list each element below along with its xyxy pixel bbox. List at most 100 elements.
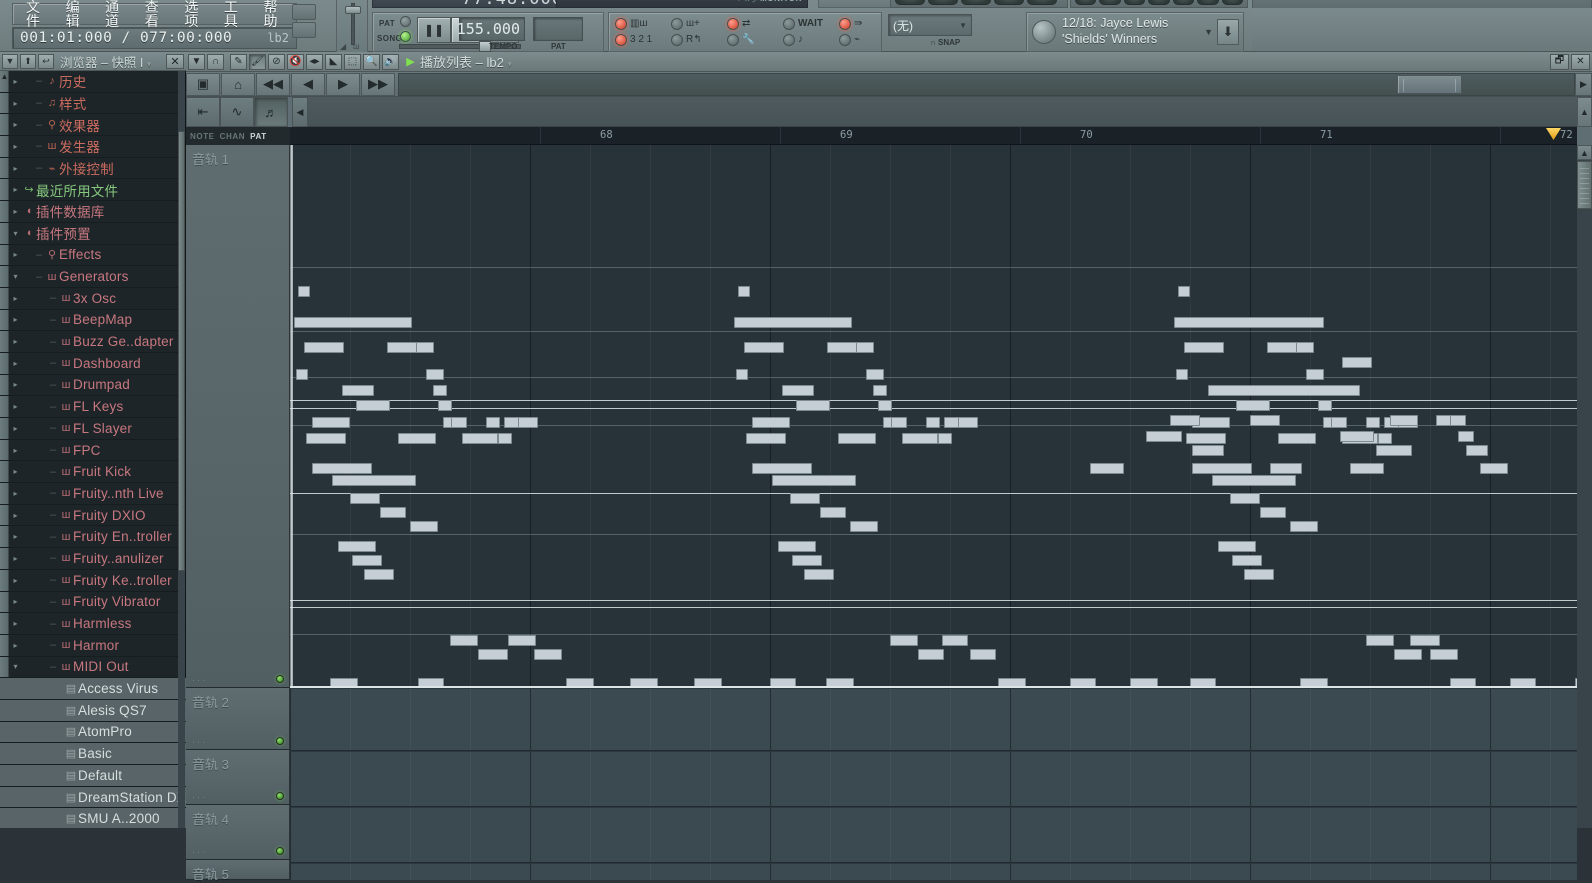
browser-tree-item[interactable]: ▸ ↪ 最近所用文件 — [0, 179, 186, 202]
track-header[interactable]: 音轨 5 — [186, 860, 290, 882]
pattern-note-block[interactable] — [1458, 431, 1474, 442]
pattern-note-block[interactable] — [738, 286, 750, 297]
browser-tree-item[interactable]: ▸ – ш FPC — [0, 440, 186, 462]
browser-tree-item[interactable]: ▸ – ⚲ 效果器 — [0, 114, 186, 137]
chevron-right-icon[interactable]: ▸ — [9, 554, 22, 563]
switch-typing-keyboard-to-piano[interactable]: ▥ш — [615, 18, 647, 30]
toolbar-knob[interactable] — [1221, 0, 1243, 5]
browser-back-button[interactable]: ↩ — [38, 53, 54, 69]
pattern-note-block[interactable] — [1366, 635, 1394, 646]
chevron-right-icon[interactable]: ▸ — [9, 185, 22, 194]
toolbar-knob[interactable] — [928, 0, 958, 5]
chevron-right-icon[interactable]: ▸ — [9, 77, 22, 86]
pattern-note-block[interactable] — [734, 317, 852, 328]
menu-item-3[interactable]: 查看 — [138, 0, 178, 30]
pattern-note-block[interactable] — [736, 369, 748, 380]
browser-tree-item[interactable]: ▸ – ш Harmor — [0, 635, 186, 657]
toolbar-knob[interactable] — [1075, 0, 1097, 5]
playlist-snap-magnet-button[interactable]: ∩ — [207, 53, 224, 70]
pattern-note-block[interactable] — [790, 493, 820, 504]
toolbar-knob[interactable] — [1099, 0, 1121, 5]
browser-tree-item[interactable]: ▸ – ш Fruity Vibrator — [0, 592, 186, 614]
pattern-note-block[interactable] — [958, 417, 978, 428]
led-enable-midi-remote-control[interactable] — [839, 34, 851, 46]
playlist-scroll-left-end[interactable]: ◀◀ — [256, 72, 290, 96]
pattern-note-block[interactable] — [902, 433, 938, 444]
pattern-note-block[interactable] — [804, 569, 834, 580]
browser-tree-item[interactable]: ▤ AtomPro — [0, 721, 186, 744]
browser-close-button[interactable]: ✕ — [166, 53, 184, 69]
select-tool[interactable]: ⬚ — [344, 53, 361, 70]
track-1-lane[interactable] — [290, 145, 1577, 688]
oversampling-icon[interactable] — [292, 22, 316, 38]
browser-tree-item[interactable]: ▸ – ⌁ 外接控制 — [0, 158, 186, 180]
browser-tree[interactable]: ▸ – ♪ 历史 ▸ – ♫ 样式 ▸ – ⚲ 效果器 ▸ – ш 发生器 ▸ – ⌁ 外接控制 ▸ ↪ 最近所用文件 ▸ ◖ 插… — [0, 71, 186, 828]
pattern-note-block[interactable] — [752, 417, 790, 428]
pattern-note-block[interactable] — [478, 649, 508, 660]
pattern-note-block[interactable] — [1300, 678, 1328, 686]
browser-tree-item[interactable]: ▤ Default — [0, 765, 186, 787]
playlist-vertical-scrollbar[interactable]: ▲ — [1577, 145, 1592, 828]
pattern-note-block[interactable] — [296, 369, 308, 380]
led-blend-recorded-notes[interactable] — [671, 34, 683, 46]
pattern-note-block[interactable] — [1070, 678, 1096, 686]
hint-bar-icon[interactable] — [292, 4, 316, 20]
track-lane[interactable] — [290, 689, 1577, 751]
pattern-note-block[interactable] — [770, 678, 796, 686]
pattern-note-block[interactable] — [820, 507, 846, 518]
browser-tree-item[interactable]: ▸ – ш Fruity DXIO — [0, 505, 186, 527]
switch-multilink-controllers[interactable]: ш+ — [671, 18, 700, 30]
tempo-display[interactable]: 155.000 — [457, 17, 525, 41]
pattern-note-block[interactable] — [792, 555, 822, 566]
pattern-note-block[interactable] — [1218, 541, 1256, 552]
pattern-note-block[interactable] — [418, 678, 444, 686]
pattern-note-block[interactable] — [508, 635, 536, 646]
playlist-scroll-right[interactable]: ▶ — [326, 72, 360, 96]
news-chevron-down-icon[interactable]: ▼ — [1204, 27, 1213, 37]
chevron-right-icon[interactable]: ▸ — [9, 489, 22, 498]
chevron-right-icon[interactable]: ▸ — [9, 142, 22, 151]
pattern-note-block[interactable] — [1342, 357, 1372, 368]
pattern-note-block[interactable] — [850, 521, 878, 532]
chevron-right-icon[interactable]: ▸ — [9, 597, 22, 606]
pattern-note-block[interactable] — [438, 400, 452, 411]
menu-item-6[interactable]: 帮助 — [256, 0, 296, 30]
browser-tree-item[interactable]: ▸ – ш Fruity..nth Live — [0, 483, 186, 505]
pattern-note-block[interactable] — [410, 521, 438, 532]
pattern-note-block[interactable] — [304, 342, 344, 353]
pattern-note-block[interactable] — [1190, 678, 1216, 686]
toolbar-knob[interactable] — [1148, 0, 1170, 5]
pattern-note-block[interactable] — [744, 342, 784, 353]
track-enable-led[interactable] — [276, 675, 284, 683]
pattern-note-block[interactable] — [746, 433, 786, 444]
browser-tree-item[interactable]: ▤ Alesis QS7 — [0, 699, 186, 722]
chevron-right-icon[interactable]: ▸ — [9, 576, 22, 585]
pattern-note-block[interactable] — [330, 678, 358, 686]
chevron-right-icon[interactable]: ▸ — [9, 424, 22, 433]
pattern-note-block[interactable] — [1340, 431, 1374, 442]
led-step-edit[interactable] — [615, 34, 627, 46]
chevron-right-icon[interactable]: ▸ — [9, 402, 22, 411]
playlist-home-button[interactable]: ⌂ — [221, 72, 255, 96]
playlist-nav-back-button[interactable]: ◀ — [292, 97, 308, 127]
chevron-right-icon[interactable]: ▸ — [9, 315, 22, 324]
browser-tree-item[interactable]: ▸ – ⚲ Effects — [0, 245, 186, 267]
restore-window-button[interactable]: 🗗 — [1550, 53, 1569, 70]
pattern-note-block[interactable] — [312, 463, 372, 474]
browser-tree-item[interactable]: ▸ – ш 3x Osc — [0, 288, 186, 310]
pattern-note-block[interactable] — [926, 417, 940, 428]
pattern-note-block[interactable] — [534, 649, 562, 660]
pattern-note-block[interactable] — [752, 463, 812, 474]
browser-tree-item[interactable]: ▤ Access Virus — [0, 678, 186, 700]
pattern-note-block[interactable] — [1378, 433, 1392, 444]
pattern-note-block[interactable] — [856, 342, 874, 353]
pattern-note-block[interactable] — [1296, 342, 1314, 353]
chevron-right-icon[interactable]: ▸ — [9, 446, 22, 455]
playlist-scroll-up-button[interactable]: ▲ — [1577, 97, 1592, 127]
browser-tree-item[interactable]: ▾ ◖ 插件预置 — [0, 223, 186, 245]
pattern-note-block[interactable] — [1236, 400, 1270, 411]
pattern-note-block[interactable] — [890, 635, 918, 646]
pattern-note-block[interactable] — [1192, 463, 1252, 474]
track-enable-led[interactable] — [276, 792, 284, 800]
pattern-note-block[interactable] — [1212, 475, 1296, 486]
